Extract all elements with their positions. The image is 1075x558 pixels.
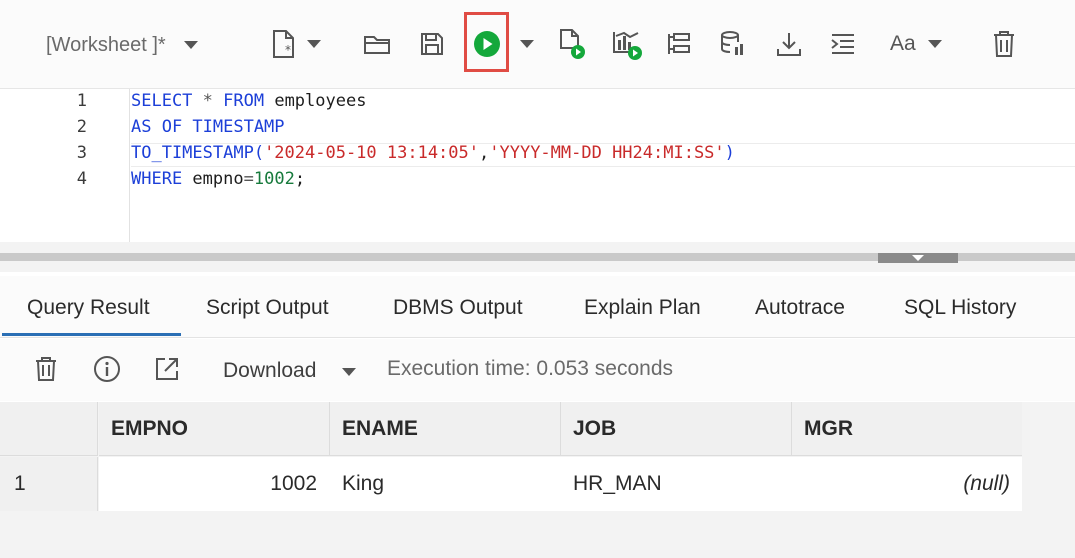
code-line: TO_TIMESTAMP('2024-05-10 13:14:05','YYYY… — [131, 143, 735, 163]
splitter-handle[interactable] — [878, 253, 958, 263]
row-number[interactable]: 1 — [0, 457, 98, 511]
tab-sql-history[interactable]: SQL History — [904, 296, 1016, 320]
chevron-down-icon — [912, 255, 924, 261]
code-token: ) — [724, 143, 735, 163]
external-link-icon — [156, 358, 178, 380]
column-header-job[interactable]: JOB — [561, 402, 792, 456]
column-header-mgr[interactable]: MGR — [792, 402, 1023, 456]
code-token: empno — [182, 169, 244, 189]
format-button[interactable] — [829, 26, 857, 62]
code-token: = — [243, 169, 254, 189]
run-statement-icon — [473, 31, 500, 57]
code-token: employees — [264, 91, 367, 111]
info-icon — [94, 356, 120, 382]
worksheet-title: [Worksheet ]* — [46, 33, 166, 56]
explain-plan-button[interactable] — [665, 26, 693, 62]
tab-autotrace[interactable]: Autotrace — [755, 296, 845, 320]
grid-corner — [0, 402, 98, 456]
trash-icon — [994, 31, 1014, 57]
open-in-new-window-button[interactable] — [153, 355, 181, 383]
column-header-ename[interactable]: ENAME — [330, 402, 561, 456]
save-icon — [421, 33, 443, 55]
code-token: WHERE — [131, 169, 183, 189]
tab-script-output[interactable]: Script Output — [206, 296, 329, 320]
format-icon — [831, 34, 854, 54]
code-line: SELECT * FROM employees — [131, 91, 366, 111]
run-script-button[interactable] — [556, 26, 588, 62]
code-token: 'YYYY-MM-DD HH24:MI:SS' — [489, 143, 725, 163]
cell-mgr[interactable]: (null) — [792, 457, 1023, 511]
code-token: 1002 — [253, 169, 295, 189]
tab-dbms-output[interactable]: DBMS Output — [393, 296, 523, 320]
worksheet-selector[interactable]: [Worksheet ]* — [46, 28, 198, 62]
result-toolbar: Download Execution time: 0.053 seconds — [0, 339, 1075, 401]
code-token: , — [479, 143, 490, 163]
sql-editor[interactable]: 1 2 3 4 SELECT * FROM employees AS OF TI… — [0, 88, 1075, 243]
chevron-down-icon — [927, 40, 942, 48]
grid-empty-area — [1022, 402, 1075, 558]
active-tab-indicator — [2, 333, 181, 336]
code-token: * — [192, 91, 224, 111]
code-token: FROM — [223, 91, 265, 111]
autotrace-button[interactable] — [610, 26, 644, 62]
execution-time: Execution time: 0.053 seconds — [387, 357, 674, 380]
save-button[interactable] — [418, 26, 446, 62]
sql-tuning-button[interactable] — [718, 26, 748, 62]
code-line: AS OF TIMESTAMP — [131, 117, 285, 137]
cell-job[interactable]: HR_MAN — [561, 457, 792, 511]
result-grid: EMPNO ENAME JOB MGR 1 1002 King HR_MAN (… — [0, 402, 1075, 558]
run-statement-button[interactable] — [470, 26, 503, 62]
code-token: ; — [294, 169, 306, 189]
new-file-icon: * — [273, 30, 294, 58]
download-button[interactable] — [775, 26, 803, 62]
code-token: '2024-05-10 13:14:05' — [264, 143, 479, 163]
chevron-down-icon — [307, 40, 321, 48]
chevron-down-icon — [183, 41, 198, 49]
info-button[interactable] — [93, 355, 121, 383]
run-options-dropdown[interactable] — [515, 26, 539, 62]
clear-results-button[interactable] — [32, 355, 60, 383]
tab-explain-plan[interactable]: Explain Plan — [584, 296, 701, 320]
tab-query-result[interactable]: Query Result — [27, 296, 150, 320]
autotrace-icon — [613, 31, 642, 60]
chevron-down-icon[interactable] — [342, 368, 356, 376]
database-icon — [721, 31, 743, 55]
new-file-button[interactable]: * — [266, 26, 326, 62]
chevron-down-icon — [520, 40, 534, 48]
editor-scrollbar[interactable] — [0, 242, 1075, 272]
trash-icon — [36, 357, 56, 381]
open-folder-icon — [364, 36, 390, 54]
open-button[interactable] — [362, 26, 392, 62]
code-token: AS OF TIMESTAMP — [131, 117, 285, 137]
code-token: TO_TIMESTAMP( — [131, 143, 265, 163]
download-dropdown[interactable]: Download — [223, 359, 316, 383]
explain-plan-icon — [668, 33, 690, 54]
clear-button[interactable] — [990, 26, 1018, 62]
font-button[interactable]: Aa — [890, 26, 952, 62]
output-tabs: Query Result Script Output DBMS Output E… — [0, 276, 1075, 338]
font-icon: Aa — [890, 32, 916, 55]
line-number: 1 — [76, 91, 87, 111]
run-script-icon — [560, 29, 585, 59]
cell-empno[interactable]: 1002 — [99, 457, 330, 511]
line-number: 4 — [76, 169, 87, 189]
download-icon — [777, 33, 801, 56]
worksheet-toolbar: [Worksheet ]* * Aa — [0, 0, 1075, 88]
cell-ename[interactable]: King — [330, 457, 561, 511]
line-number: 3 — [76, 143, 87, 163]
column-header-empno[interactable]: EMPNO — [99, 402, 330, 456]
svg-text:*: * — [285, 43, 291, 57]
line-number: 2 — [76, 117, 87, 137]
code-token: SELECT — [131, 91, 193, 111]
line-number-gutter: 1 2 3 4 — [0, 89, 130, 243]
code-line: WHERE empno=1002; — [131, 169, 305, 189]
